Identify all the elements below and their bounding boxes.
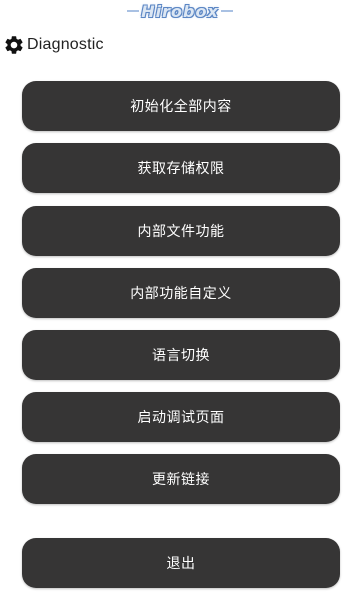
page-header: Diagnostic <box>3 34 104 56</box>
page-title: Diagnostic <box>27 36 104 53</box>
internal-file-function-button[interactable]: 内部文件功能 <box>22 206 340 256</box>
get-storage-permission-button[interactable]: 获取存储权限 <box>22 143 340 193</box>
start-debug-page-button[interactable]: 启动调试页面 <box>22 392 340 442</box>
logo-decoration-right <box>220 10 233 12</box>
gear-icon <box>3 34 25 56</box>
app-logo: Hirobox <box>0 0 360 22</box>
internal-function-custom-button[interactable]: 内部功能自定义 <box>22 268 340 318</box>
logo-decoration-left <box>127 10 140 12</box>
exit-button[interactable]: 退出 <box>22 538 340 588</box>
init-all-content-button[interactable]: 初始化全部内容 <box>22 81 340 131</box>
update-link-button[interactable]: 更新链接 <box>22 454 340 504</box>
logo-text: Hirobox <box>141 1 219 21</box>
diagnostic-page: Hirobox Diagnostic 初始化全部内容 获取存储权限 内部文件功能… <box>0 0 360 600</box>
language-switch-button[interactable]: 语言切换 <box>22 330 340 380</box>
